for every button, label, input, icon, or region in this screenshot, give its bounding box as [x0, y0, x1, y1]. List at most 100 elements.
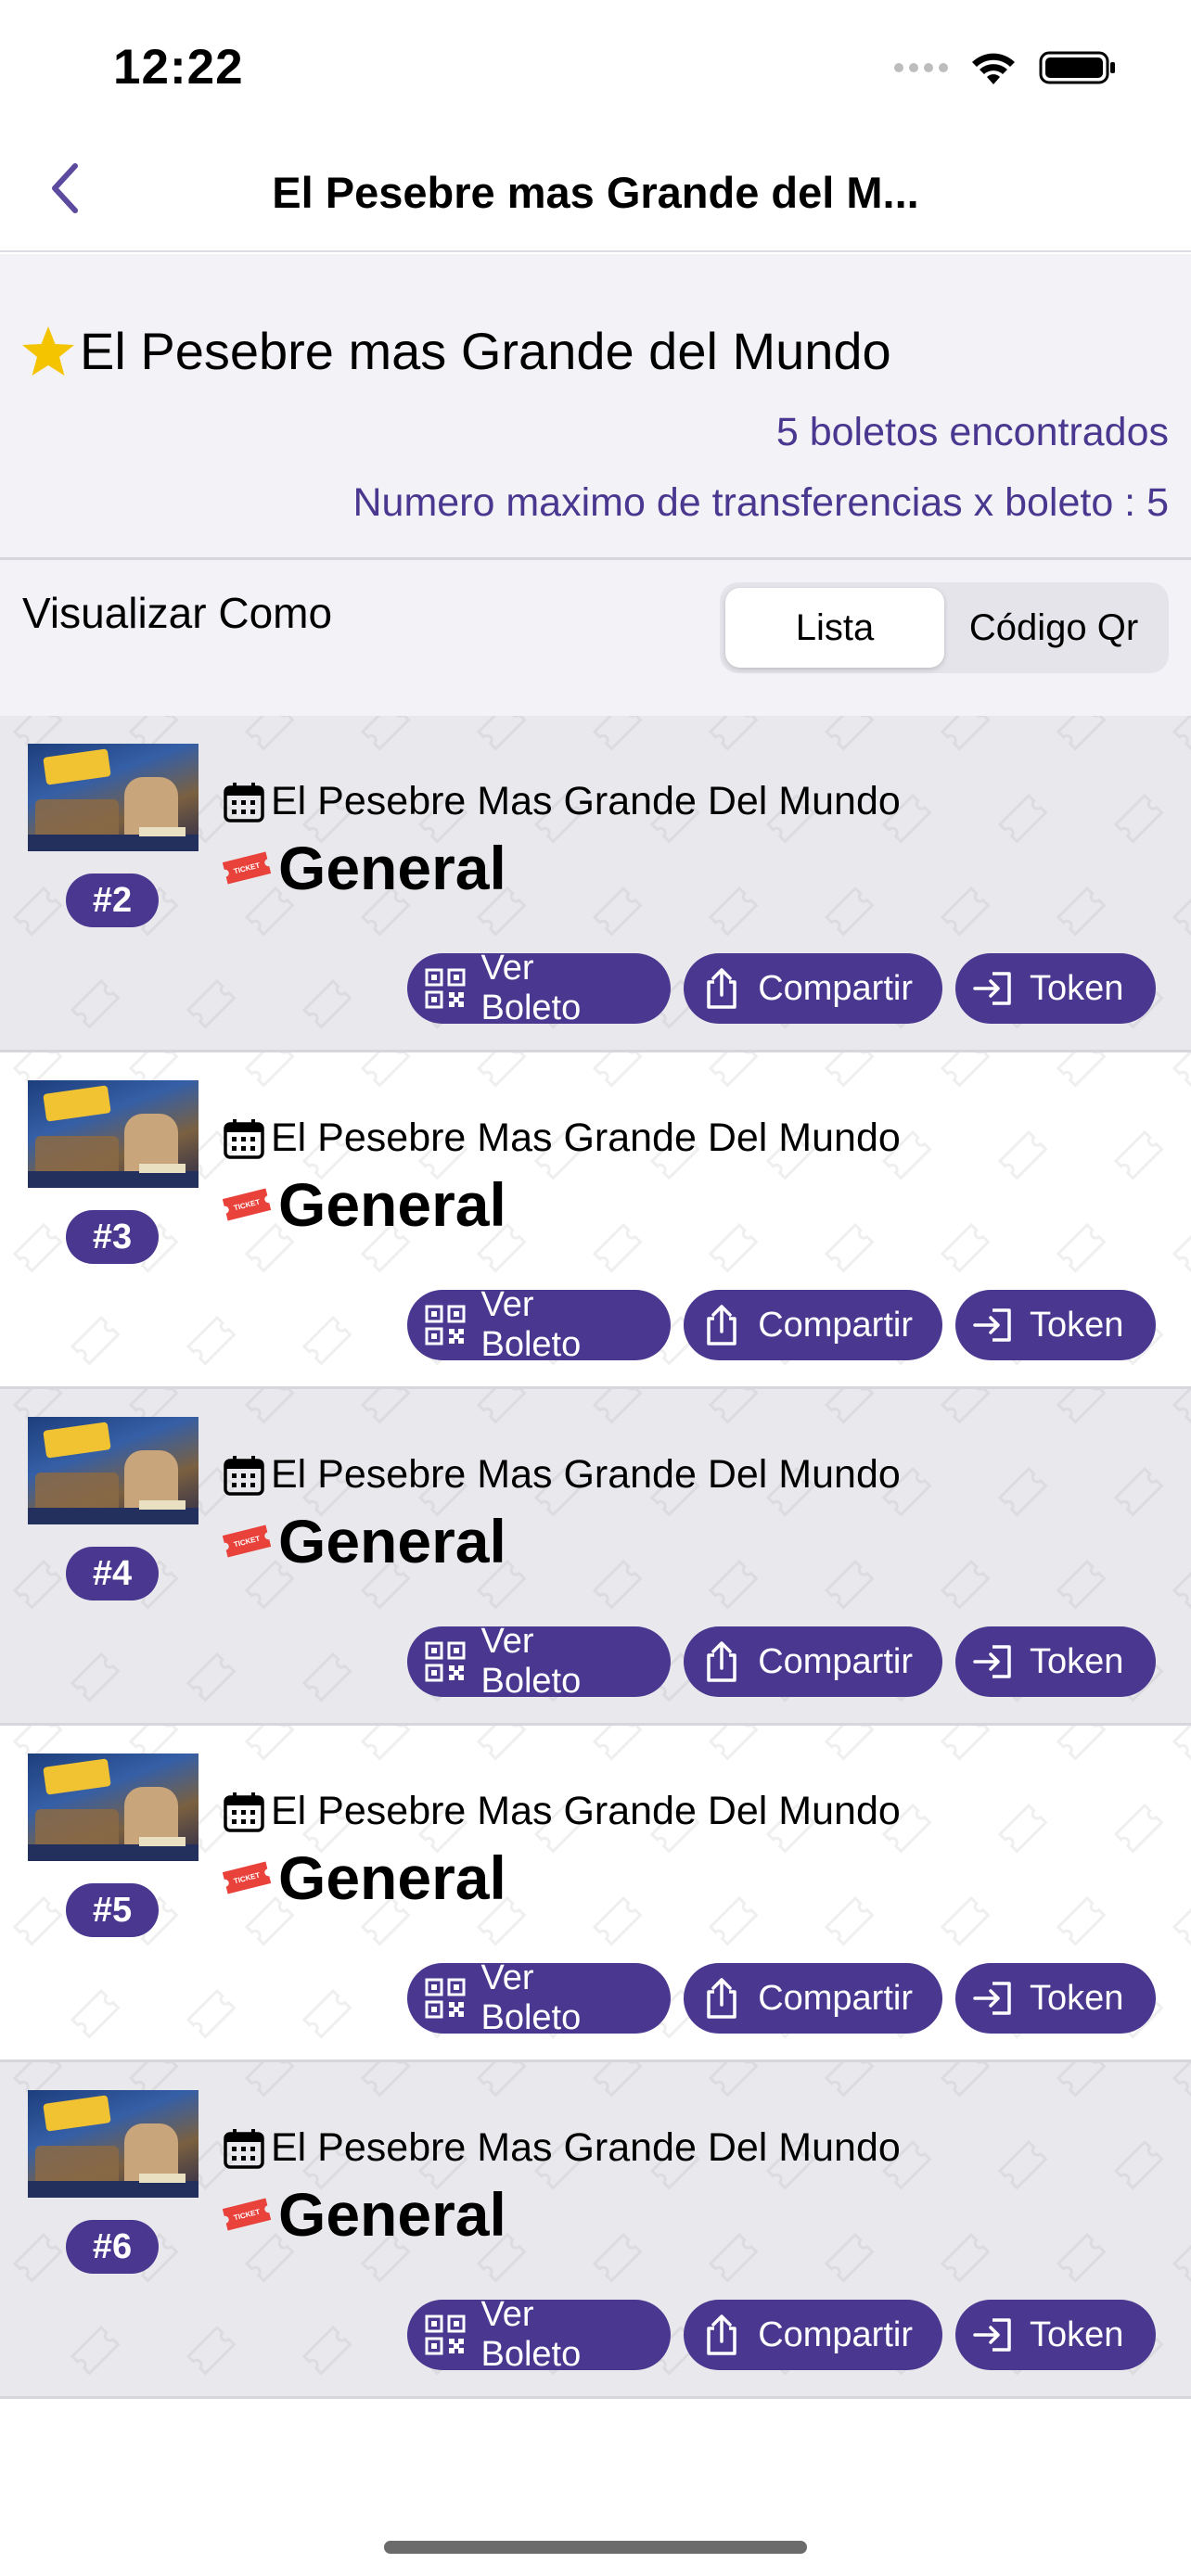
ticket-number-badge: #2	[66, 874, 159, 927]
qr-code-icon	[425, 1305, 466, 1345]
calendar-icon	[224, 782, 264, 823]
ticket-number-badge: #4	[66, 1547, 159, 1600]
status-icons	[894, 46, 1117, 89]
share-label: Compartir	[758, 2315, 913, 2354]
segment-list[interactable]: Lista	[725, 588, 944, 668]
sign-in-icon	[973, 1645, 1011, 1678]
share-icon	[707, 1305, 736, 1345]
sign-in-icon	[973, 972, 1011, 1005]
ticket-number-badge: #3	[66, 1210, 159, 1264]
cellular-signal-icon	[894, 63, 948, 72]
ticket-event-row: El Pesebre Mas Grande Del Mundo	[223, 1116, 901, 1161]
ticket-category-row: TICKET General	[221, 2179, 506, 2250]
ticket-actions: Ver Boleto Compartir Token	[407, 2295, 1156, 2374]
share-icon	[707, 1641, 736, 1682]
ticket-actions: Ver Boleto Compartir Token	[407, 949, 1156, 1027]
qr-code-icon	[425, 2315, 466, 2355]
qr-code-icon	[425, 1641, 466, 1682]
ticket-number-badge: #6	[66, 2220, 159, 2274]
event-header: El Pesebre mas Grande del Mundo 5 boleto…	[0, 254, 1191, 560]
view-ticket-button[interactable]: Ver Boleto	[407, 1622, 672, 1701]
view-ticket-button[interactable]: Ver Boleto	[407, 949, 672, 1027]
ticket-category: General	[278, 834, 506, 902]
ticket-row: #4 El Pesebre Mas Grande Del Mundo TICKET G…	[0, 1389, 1191, 1726]
battery-icon	[1039, 51, 1115, 84]
ticket-row: #5 El Pesebre Mas Grande Del Mundo TICKET G…	[0, 1726, 1191, 2062]
ticket-event-row: El Pesebre Mas Grande Del Mundo	[223, 1452, 901, 1498]
ticket-icon: TICKET	[222, 1188, 272, 1221]
ticket-icon: TICKET	[222, 851, 272, 885]
ticket-icon: TICKET	[222, 1861, 272, 1894]
view-ticket-button[interactable]: Ver Boleto	[407, 1285, 672, 1364]
view-as-row: Visualizar Como Lista Código Qr	[0, 560, 1191, 716]
sign-in-icon	[973, 2318, 1011, 2352]
navigation-bar: El Pesebre mas Grande del M...	[0, 130, 1191, 252]
token-label: Token	[1030, 968, 1124, 1008]
sign-in-icon	[973, 1982, 1011, 2015]
view-ticket-label: Ver Boleto	[480, 949, 582, 1027]
ticket-event-row: El Pesebre Mas Grande Del Mundo	[223, 1789, 901, 1834]
share-button[interactable]: Compartir	[684, 953, 942, 1024]
nav-title: El Pesebre mas Grande del M...	[272, 168, 919, 217]
view-ticket-button[interactable]: Ver Boleto	[407, 2295, 672, 2374]
ticket-actions: Ver Boleto Compartir Token	[407, 1285, 1156, 1364]
view-ticket-label: Ver Boleto	[480, 1958, 582, 2037]
token-button[interactable]: Token	[955, 2300, 1156, 2370]
token-button[interactable]: Token	[955, 1626, 1156, 1697]
tickets-found-count: 5 boletos encontrados	[775, 410, 1169, 454]
ticket-event-name: El Pesebre Mas Grande Del Mundo	[271, 1789, 901, 1833]
star-icon	[22, 325, 74, 376]
event-title-row: El Pesebre mas Grande del Mundo	[20, 321, 891, 381]
ticket-actions: Ver Boleto Compartir Token	[407, 1622, 1156, 1701]
ticket-category-row: TICKET General	[221, 1843, 506, 1913]
home-indicator	[384, 2541, 807, 2554]
ticket-category: General	[278, 1170, 506, 1239]
ticket-event-row: El Pesebre Mas Grande Del Mundo	[223, 2125, 901, 2171]
status-bar: 12:22	[0, 0, 1191, 130]
share-label: Compartir	[758, 968, 913, 1008]
view-as-label: Visualizar Como	[22, 589, 333, 637]
share-icon	[707, 968, 736, 1009]
view-ticket-label: Ver Boleto	[480, 2295, 582, 2374]
token-button[interactable]: Token	[955, 1290, 1156, 1360]
qr-code-icon	[425, 1978, 466, 2019]
token-button[interactable]: Token	[955, 953, 1156, 1024]
token-label: Token	[1030, 1305, 1124, 1345]
token-button[interactable]: Token	[955, 1963, 1156, 2034]
calendar-icon	[224, 1118, 264, 1159]
share-button[interactable]: Compartir	[684, 1290, 942, 1360]
status-time: 12:22	[113, 40, 244, 95]
ticket-list: #2 El Pesebre Mas Grande Del Mundo TICKET G…	[0, 716, 1191, 2399]
ticket-row: #2 El Pesebre Mas Grande Del Mundo TICKET G…	[0, 716, 1191, 1052]
calendar-icon	[224, 2128, 264, 2169]
event-title: El Pesebre mas Grande del Mundo	[80, 322, 891, 380]
view-mode-segmented-control: Lista Código Qr	[720, 582, 1169, 673]
segment-qr-code[interactable]: Código Qr	[944, 588, 1163, 668]
view-ticket-label: Ver Boleto	[480, 1622, 582, 1701]
view-ticket-button[interactable]: Ver Boleto	[407, 1958, 672, 2037]
ticket-category: General	[278, 2180, 506, 2249]
ticket-actions: Ver Boleto Compartir Token	[407, 1958, 1156, 2037]
qr-code-icon	[425, 968, 466, 1009]
calendar-icon	[224, 1455, 264, 1496]
ticket-row: #6 El Pesebre Mas Grande Del Mundo TICKET G…	[0, 2062, 1191, 2399]
sign-in-icon	[973, 1308, 1011, 1342]
ticket-event-name: El Pesebre Mas Grande Del Mundo	[271, 2125, 901, 2170]
event-thumbnail	[28, 1080, 198, 1188]
share-button[interactable]: Compartir	[684, 1963, 942, 2034]
ticket-category: General	[278, 1843, 506, 1912]
wifi-icon	[972, 53, 1015, 84]
ticket-category-row: TICKET General	[221, 1506, 506, 1576]
share-button[interactable]: Compartir	[684, 2300, 942, 2370]
ticket-icon: TICKET	[222, 1524, 272, 1558]
calendar-icon	[224, 1792, 264, 1832]
share-label: Compartir	[758, 1305, 913, 1345]
ticket-number-badge: #5	[66, 1883, 159, 1937]
ticket-event-name: El Pesebre Mas Grande Del Mundo	[271, 779, 901, 823]
ticket-event-name: El Pesebre Mas Grande Del Mundo	[271, 1116, 901, 1160]
ticket-row: #3 El Pesebre Mas Grande Del Mundo TICKET G…	[0, 1052, 1191, 1389]
share-label: Compartir	[758, 1978, 913, 2018]
share-button[interactable]: Compartir	[684, 1626, 942, 1697]
event-thumbnail	[28, 2090, 198, 2198]
ticket-category-row: TICKET General	[221, 1169, 506, 1240]
